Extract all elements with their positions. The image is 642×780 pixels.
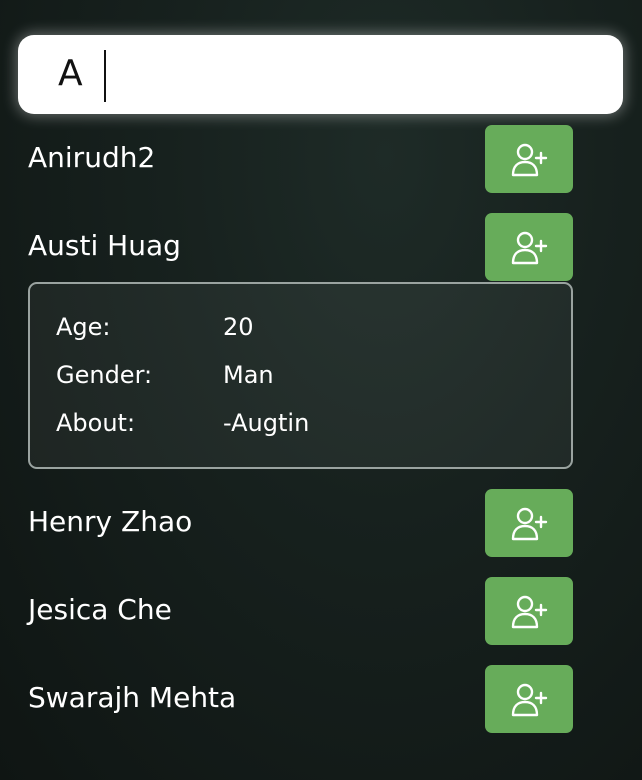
user-name: Anirudh2 [28, 141, 156, 174]
add-friend-button[interactable] [485, 213, 573, 281]
user-row: Jesica Che [0, 577, 642, 647]
add-friend-button[interactable] [485, 577, 573, 645]
add-friend-button[interactable] [485, 489, 573, 557]
gender-label: Gender: [56, 361, 153, 389]
user-name: Jesica Che [28, 593, 172, 626]
add-user-icon [511, 507, 548, 541]
add-friend-button[interactable] [485, 665, 573, 733]
age-label: Age: [56, 313, 111, 341]
search-box[interactable]: A [18, 35, 623, 114]
user-name: Austi Huag [28, 229, 181, 262]
add-friend-button[interactable] [485, 125, 573, 193]
text-caret [104, 50, 106, 102]
user-row: Austi Huag [0, 213, 642, 283]
add-user-icon [511, 683, 548, 717]
user-name: Swarajh Mehta [28, 681, 237, 714]
add-user-icon [511, 143, 548, 177]
about-label: About: [56, 409, 136, 437]
search-input[interactable] [58, 47, 598, 101]
user-details-panel: Age: 20 Gender: Man About: -Augtin [28, 282, 573, 469]
about-value: -Augtin [223, 409, 310, 437]
gender-value: Man [223, 361, 274, 389]
add-user-icon [511, 231, 548, 265]
user-row: Henry Zhao [0, 489, 642, 559]
add-user-icon [511, 595, 548, 629]
age-value: 20 [223, 313, 254, 341]
user-row: Swarajh Mehta [0, 665, 642, 735]
user-name: Henry Zhao [28, 505, 193, 538]
user-row: Anirudh2 [0, 125, 642, 195]
